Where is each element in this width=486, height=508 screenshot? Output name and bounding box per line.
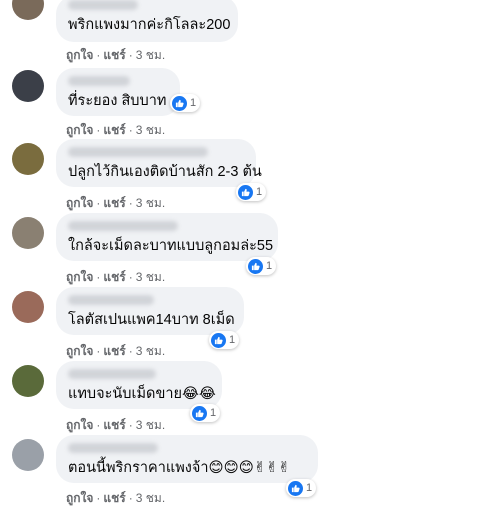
- comment-text: แทบจะนับเม็ดขาย😂😂: [68, 386, 216, 402]
- thumbs-up-icon: [172, 95, 187, 111]
- comment-bubble: พริกแพงมากค่ะกิโลละ200: [56, 0, 238, 42]
- timestamp[interactable]: 3 ชม.: [136, 48, 165, 62]
- comment-bubble: แทบจะนับเม็ดขาย😂😂: [56, 361, 222, 409]
- like-link[interactable]: ถูกใจ: [66, 270, 93, 284]
- comment-text: ที่ระยอง สิบบาท: [68, 93, 167, 109]
- comment-bubble: ที่ระยอง สิบบาท: [56, 68, 180, 116]
- avatar[interactable]: [12, 70, 44, 102]
- comment-bubble: ปลูกไว้กินเองติดบ้านสัก 2-3 ต้น: [56, 139, 262, 187]
- timestamp[interactable]: 3 ชม.: [136, 344, 165, 358]
- author-name[interactable]: [68, 147, 208, 157]
- timestamp[interactable]: 3 ชม.: [136, 196, 165, 210]
- share-link[interactable]: แชร์: [103, 418, 125, 432]
- avatar[interactable]: [12, 365, 44, 397]
- share-link[interactable]: แชร์: [103, 123, 125, 137]
- comment-bubble: ตอนนี้พริกราคาแพงจ้า😊😊😊✌✌✌: [56, 435, 318, 483]
- share-link[interactable]: แชร์: [103, 48, 125, 62]
- comment-actions: ถูกใจ · แชร์ · 3 ชม.: [66, 418, 166, 432]
- like-link[interactable]: ถูกใจ: [66, 123, 93, 137]
- reaction-badge[interactable]: 1: [209, 331, 240, 349]
- reaction-badge[interactable]: 1: [236, 183, 267, 201]
- author-name[interactable]: [68, 369, 156, 379]
- thumbs-up-icon: [248, 258, 263, 274]
- share-link[interactable]: แชร์: [103, 491, 125, 505]
- thumbs-up-icon: [288, 480, 303, 496]
- comment-actions: ถูกใจ · แชร์ · 3 ชม.: [66, 344, 166, 358]
- like-link[interactable]: ถูกใจ: [66, 418, 93, 432]
- like-link[interactable]: ถูกใจ: [66, 48, 93, 62]
- comment-text: ตอนนี้พริกราคาแพงจ้า😊😊😊✌✌✌: [68, 460, 291, 476]
- like-link[interactable]: ถูกใจ: [66, 491, 93, 505]
- like-count: 1: [229, 334, 236, 346]
- comment-bubble: โลตัสเปนแพค14บาท 8เม็ด: [56, 287, 244, 335]
- avatar[interactable]: [12, 0, 44, 20]
- author-name[interactable]: [68, 0, 138, 10]
- comment-actions: ถูกใจ · แชร์ · 3 ชม.: [66, 270, 166, 284]
- thumbs-up-icon: [238, 184, 253, 200]
- like-count: 1: [306, 482, 313, 494]
- author-name[interactable]: [68, 221, 178, 231]
- thumbs-up-icon: [192, 405, 207, 421]
- avatar[interactable]: [12, 439, 44, 471]
- thumbs-up-icon: [211, 332, 226, 348]
- reaction-badge[interactable]: 1: [190, 404, 221, 422]
- share-link[interactable]: แชร์: [103, 270, 125, 284]
- comment-text: พริกแพงมากค่ะกิโลละ200: [68, 17, 231, 33]
- avatar[interactable]: [12, 291, 44, 323]
- author-name[interactable]: [68, 295, 154, 305]
- timestamp[interactable]: 3 ชม.: [136, 418, 165, 432]
- comment-actions: ถูกใจ · แชร์ · 3 ชม.: [66, 48, 166, 62]
- like-link[interactable]: ถูกใจ: [66, 196, 93, 210]
- like-count: 1: [210, 407, 217, 419]
- comment-actions: ถูกใจ · แชร์ · 3 ชม.: [66, 123, 166, 137]
- comment-bubble: ใกล้จะเม็ดละบาทแบบลูกอมล่ะ55: [56, 213, 278, 261]
- share-link[interactable]: แชร์: [103, 196, 125, 210]
- like-count: 1: [256, 186, 263, 198]
- like-count: 1: [266, 260, 273, 272]
- comment-text: ปลูกไว้กินเองติดบ้านสัก 2-3 ต้น: [68, 164, 262, 180]
- timestamp[interactable]: 3 ชม.: [136, 491, 165, 505]
- timestamp[interactable]: 3 ชม.: [136, 123, 165, 137]
- comment-actions: ถูกใจ · แชร์ · 3 ชม.: [66, 196, 166, 210]
- author-name[interactable]: [68, 76, 130, 86]
- like-count: 1: [190, 97, 197, 109]
- like-link[interactable]: ถูกใจ: [66, 344, 93, 358]
- comment-text: ใกล้จะเม็ดละบาทแบบลูกอมล่ะ55: [68, 238, 274, 254]
- reaction-badge[interactable]: 1: [170, 94, 201, 112]
- share-link[interactable]: แชร์: [103, 344, 125, 358]
- reaction-badge[interactable]: 1: [246, 257, 277, 275]
- comment-actions: ถูกใจ · แชร์ · 3 ชม.: [66, 491, 166, 505]
- timestamp[interactable]: 3 ชม.: [136, 270, 165, 284]
- avatar[interactable]: [12, 217, 44, 249]
- author-name[interactable]: [68, 443, 158, 453]
- reaction-badge[interactable]: 1: [286, 479, 317, 497]
- comment-text: โลตัสเปนแพค14บาท 8เม็ด: [68, 312, 235, 328]
- avatar[interactable]: [12, 143, 44, 175]
